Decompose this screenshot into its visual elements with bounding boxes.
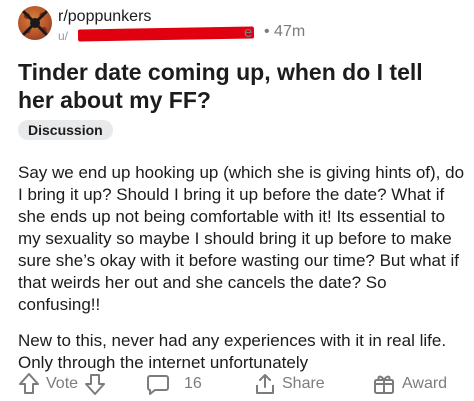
post-age-value: 47m	[274, 23, 306, 40]
post-body-paragraph: New to this, never had any experiences w…	[18, 331, 447, 372]
comment-bubble-icon	[147, 375, 169, 395]
vote-label: Vote	[46, 375, 79, 392]
post-header: r/poppunkers u/ e • 47m	[18, 4, 458, 43]
share-icon	[256, 374, 274, 394]
subreddit-avatar-icon[interactable]	[18, 6, 52, 40]
post-flair[interactable]: Discussion	[18, 120, 113, 140]
downvote-arrow-icon[interactable]	[84, 372, 106, 396]
post-age: • 47m	[264, 23, 306, 40]
username-prefix: u/	[58, 29, 69, 43]
subreddit-name[interactable]: r/poppunkers	[58, 8, 151, 26]
share-label: Share	[282, 375, 325, 392]
post-action-bar: Vote 16 Share Award	[18, 370, 458, 398]
upvote-arrow-icon[interactable]	[18, 372, 40, 396]
comments-button[interactable]: 16	[146, 370, 202, 398]
share-button[interactable]: Share	[254, 370, 325, 398]
award-label: Award	[402, 375, 448, 392]
award-button[interactable]: Award	[372, 370, 447, 398]
vote-group: Vote	[18, 370, 106, 398]
post-body-paragraph: Say we end up hooking up (which she is g…	[18, 163, 465, 314]
comments-count: 16	[184, 375, 202, 392]
post-body: Say we end up hooking up (which she is g…	[18, 162, 466, 388]
username-redaction	[77, 26, 255, 42]
username-tail: e	[244, 24, 253, 41]
post-title: Tinder date coming up, when do I tell he…	[18, 59, 423, 113]
award-gift-icon	[374, 375, 394, 394]
